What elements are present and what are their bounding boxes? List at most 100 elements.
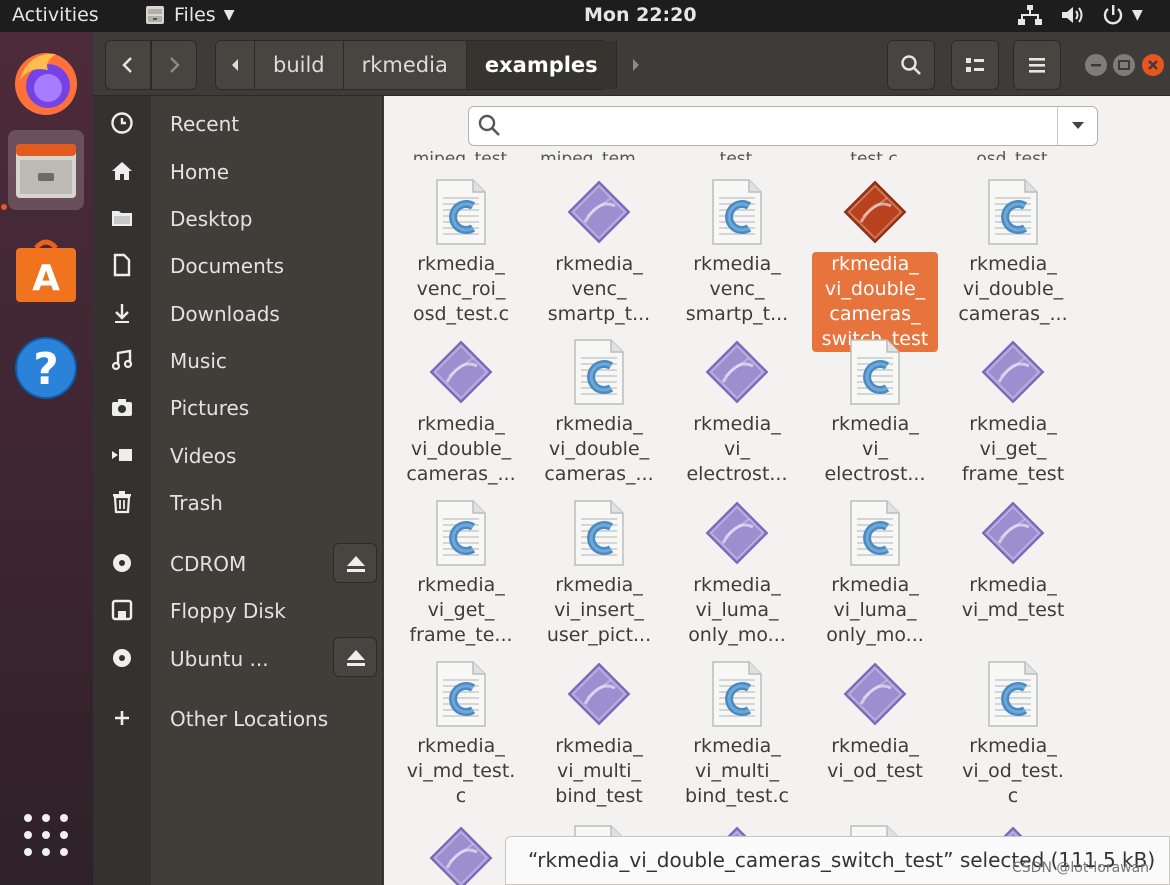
menu-button[interactable] <box>1013 40 1061 90</box>
file-item[interactable]: rkmedia_ vi_multi_ bind_test <box>534 658 664 809</box>
music-icon <box>111 349 133 371</box>
file-item[interactable]: rkmedia_ vi_double_ cameras_... <box>948 176 1078 327</box>
list-view-icon <box>966 58 984 72</box>
breadcrumb-item[interactable]: rkmedia <box>344 41 467 89</box>
chevron-down-icon: ▼ <box>1132 7 1143 23</box>
file-item[interactable]: rkmedia_ vi_od_test <box>810 658 940 784</box>
file-name: rkmedia_ vi_ electrost... <box>824 413 926 485</box>
file-item[interactable]: rkmedia_ vi_insert_ user_pict... <box>534 497 664 648</box>
clock[interactable]: Mon 22:20 <box>584 4 697 26</box>
file-item[interactable]: rkmedia_ venc_ smartp_t... <box>672 176 802 327</box>
file-name: rkmedia_ venc_roi_ osd_test.c <box>412 253 510 325</box>
clock-icon <box>111 112 133 134</box>
software-store-icon: A <box>16 239 76 302</box>
file-item[interactable]: rkmedia_ vi_md_test <box>948 497 1078 623</box>
sidebar-item-videos[interactable]: Videos <box>93 432 383 478</box>
breadcrumb-item[interactable]: build <box>255 41 344 89</box>
sidebar-item-other-locations[interactable]: Other Locations <box>93 695 383 741</box>
sidebar-item-label: Music <box>170 349 227 373</box>
file-item[interactable]: rkmedia_ vi_get_ frame_test <box>948 336 1078 487</box>
maximize-button[interactable] <box>1113 54 1135 76</box>
sidebar-item-label: Recent <box>170 112 240 136</box>
triangle-right-icon <box>632 59 639 71</box>
sidebar-item-ubuntu[interactable]: Ubuntu ... <box>93 635 383 681</box>
search-button[interactable] <box>887 40 935 90</box>
file-item[interactable]: rkmedia_ vi_ electrost... <box>810 336 940 487</box>
sidebar-item-cdrom[interactable]: CDROM <box>93 540 383 586</box>
executable-file-icon <box>705 340 769 404</box>
search-field[interactable] <box>468 106 1098 146</box>
sidebar-item-documents[interactable]: Documents <box>93 242 383 288</box>
sidebar-item-label: Desktop <box>170 207 253 231</box>
sidebar-item-recent[interactable]: Recent <box>93 100 383 146</box>
breadcrumb-scroll-right[interactable] <box>617 41 655 89</box>
file-name: rkmedia_ vi_md_test. c <box>406 735 516 807</box>
search-options-button[interactable] <box>1059 107 1097 145</box>
forward-button[interactable] <box>151 40 197 90</box>
power-menu[interactable]: ▼ <box>1102 4 1143 26</box>
c-source-file-icon <box>436 179 486 245</box>
c-source-file-icon <box>574 500 624 566</box>
sidebar-item-downloads[interactable]: Downloads <box>93 290 383 336</box>
back-button[interactable] <box>105 40 151 90</box>
file-item[interactable]: rkmedia_ vi_double_ cameras_... <box>396 336 526 487</box>
file-name: rkmedia_ vi_luma_ only_mo... <box>688 574 786 646</box>
c-source-file-icon <box>988 179 1038 245</box>
view-toggle-button[interactable] <box>951 40 999 90</box>
sidebar-item-home[interactable]: Home <box>93 148 383 194</box>
file-name: rkmedia_ vi_double_ cameras_... <box>544 413 654 485</box>
file-item[interactable]: rkmedia_ vi_od_test. c <box>948 658 1078 809</box>
app-menu-files[interactable]: Files ▼ <box>144 4 234 26</box>
sidebar-item-pictures[interactable]: Pictures <box>93 384 383 430</box>
file-item[interactable]: rkmedia_ venc_roi_ osd_test.c <box>396 176 526 327</box>
file-item-selected[interactable]: rkmedia_ vi_double_ cameras_ switch_test <box>810 176 940 352</box>
c-source-file-icon <box>436 500 486 566</box>
executable-file-icon <box>429 340 493 404</box>
eject-button[interactable] <box>333 543 377 583</box>
sidebar-item-floppy[interactable]: Floppy Disk <box>93 587 383 633</box>
sidebar-item-desktop[interactable]: Desktop <box>93 195 383 241</box>
help-icon: ? <box>15 337 77 399</box>
sidebar-item-label: Videos <box>170 444 237 468</box>
dock-software[interactable]: A <box>8 232 84 312</box>
video-icon <box>112 449 132 461</box>
activities-button[interactable]: Activities <box>12 4 99 26</box>
power-icon <box>1103 5 1123 25</box>
sidebar-item-label: Documents <box>170 254 285 278</box>
eject-button[interactable] <box>333 637 377 677</box>
minimize-button[interactable] <box>1085 54 1107 76</box>
partial-file-name: osd_test <box>976 149 1048 160</box>
partial-file-name: test <box>719 149 753 160</box>
volume-icon[interactable] <box>1060 4 1086 31</box>
file-name: rkmedia_ vi_multi_ bind_test.c <box>685 735 789 807</box>
file-item[interactable]: rkmedia_ venc_ smartp_t... <box>534 176 664 327</box>
executable-file-icon <box>567 662 631 726</box>
file-item[interactable]: rkmedia_ vi_multi_ bind_test.c <box>672 658 802 809</box>
file-item[interactable]: rkmedia_ vi_luma_ only_mo... <box>810 497 940 648</box>
chevron-down-icon: ▼ <box>223 7 235 23</box>
dock-firefox[interactable] <box>8 42 84 122</box>
file-item[interactable]: rkmedia_ vi_ electrost... <box>672 336 802 487</box>
breadcrumb-scroll-left[interactable] <box>216 41 255 89</box>
sidebar-item-label: Trash <box>170 491 223 515</box>
c-source-file-icon <box>436 661 486 727</box>
sidebar-item-trash[interactable]: Trash <box>93 479 383 525</box>
c-source-file-icon <box>988 661 1038 727</box>
triangle-down-icon <box>1072 122 1084 129</box>
file-item[interactable]: rkmedia_ vi_double_ cameras_... <box>534 336 664 487</box>
show-applications-button[interactable] <box>8 800 84 880</box>
sidebar-item-label: Home <box>170 160 230 184</box>
network-icon[interactable] <box>1018 4 1042 31</box>
file-item[interactable]: rkmedia_ vi_luma_ only_mo... <box>672 497 802 648</box>
watermark: CSDN @lot-lorawan <box>1012 860 1150 876</box>
file-item[interactable]: rkmedia_ vi_get_ frame_te... <box>396 497 526 648</box>
dock-help[interactable]: ? <box>8 328 84 408</box>
file-name: rkmedia_ vi_od_test. c <box>962 735 1064 807</box>
search-input[interactable] <box>509 113 1049 139</box>
close-button[interactable] <box>1142 54 1164 76</box>
file-item[interactable]: rkmedia_ vi_md_test. c <box>396 658 526 809</box>
sidebar-item-music[interactable]: Music <box>93 337 383 383</box>
c-source-file-icon <box>712 661 762 727</box>
dock-files[interactable] <box>8 130 84 210</box>
breadcrumb-current[interactable]: examples <box>466 41 617 89</box>
